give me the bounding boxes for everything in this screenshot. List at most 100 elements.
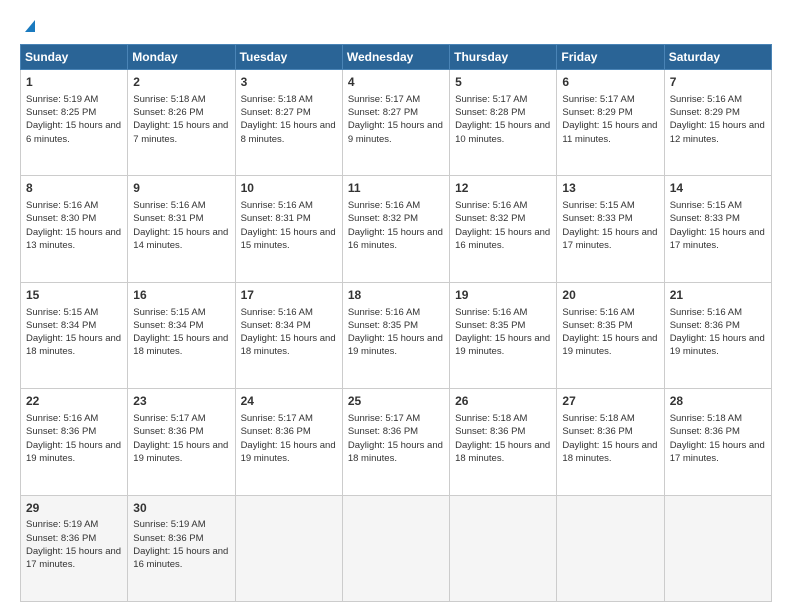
sunset: Sunset: 8:29 PM bbox=[562, 107, 632, 118]
sunrise: Sunrise: 5:15 AM bbox=[26, 307, 98, 318]
calendar-cell: 15Sunrise: 5:15 AMSunset: 8:34 PMDayligh… bbox=[21, 282, 128, 388]
daylight: Daylight: 15 hours and 19 minutes. bbox=[348, 333, 443, 357]
day-number: 17 bbox=[241, 287, 337, 304]
sunset: Sunset: 8:30 PM bbox=[26, 213, 96, 224]
day-number: 18 bbox=[348, 287, 444, 304]
calendar-cell bbox=[342, 495, 449, 601]
calendar-cell: 6Sunrise: 5:17 AMSunset: 8:29 PMDaylight… bbox=[557, 70, 664, 176]
calendar: SundayMondayTuesdayWednesdayThursdayFrid… bbox=[20, 44, 772, 602]
day-number: 13 bbox=[562, 180, 658, 197]
sunset: Sunset: 8:25 PM bbox=[26, 107, 96, 118]
sunset: Sunset: 8:36 PM bbox=[133, 533, 203, 544]
day-number: 19 bbox=[455, 287, 551, 304]
sunset: Sunset: 8:33 PM bbox=[562, 213, 632, 224]
daylight: Daylight: 15 hours and 7 minutes. bbox=[133, 120, 228, 144]
sunrise: Sunrise: 5:16 AM bbox=[26, 413, 98, 424]
calendar-cell: 14Sunrise: 5:15 AMSunset: 8:33 PMDayligh… bbox=[664, 176, 771, 282]
sunrise: Sunrise: 5:16 AM bbox=[455, 307, 527, 318]
daylight: Daylight: 15 hours and 13 minutes. bbox=[26, 227, 121, 251]
calendar-cell: 24Sunrise: 5:17 AMSunset: 8:36 PMDayligh… bbox=[235, 389, 342, 495]
sunrise: Sunrise: 5:17 AM bbox=[348, 413, 420, 424]
calendar-cell: 2 Sunrise: 5:18 AM Sunset: 8:26 PM Daylight… bbox=[128, 70, 235, 176]
daylight: Daylight: 15 hours and 18 minutes. bbox=[26, 333, 121, 357]
day-number: 26 bbox=[455, 393, 551, 410]
calendar-cell: 8Sunrise: 5:16 AMSunset: 8:30 PMDaylight… bbox=[21, 176, 128, 282]
calendar-cell: 26Sunrise: 5:18 AMSunset: 8:36 PMDayligh… bbox=[450, 389, 557, 495]
sunrise: Sunrise: 5:17 AM bbox=[455, 94, 527, 105]
day-number: 29 bbox=[26, 500, 122, 517]
sunset: Sunset: 8:36 PM bbox=[26, 426, 96, 437]
calendar-cell bbox=[557, 495, 664, 601]
week-row-5: 29 Sunrise: 5:19 AM Sunset: 8:36 PM Dayligh… bbox=[21, 495, 772, 601]
page: SundayMondayTuesdayWednesdayThursdayFrid… bbox=[0, 0, 792, 612]
calendar-cell: 19Sunrise: 5:16 AMSunset: 8:35 PMDayligh… bbox=[450, 282, 557, 388]
calendar-cell: 28Sunrise: 5:18 AMSunset: 8:36 PMDayligh… bbox=[664, 389, 771, 495]
sunrise: Sunrise: 5:19 AM bbox=[26, 519, 98, 530]
calendar-cell: 11Sunrise: 5:16 AMSunset: 8:32 PMDayligh… bbox=[342, 176, 449, 282]
daylight: Daylight: 15 hours and 16 minutes. bbox=[133, 546, 228, 570]
week-row-2: 8Sunrise: 5:16 AMSunset: 8:30 PMDaylight… bbox=[21, 176, 772, 282]
daylight: Daylight: 15 hours and 17 minutes. bbox=[670, 227, 765, 251]
sunrise: Sunrise: 5:17 AM bbox=[133, 413, 205, 424]
day-number: 5 bbox=[455, 74, 551, 91]
day-header-monday: Monday bbox=[128, 45, 235, 70]
daylight: Daylight: 15 hours and 9 minutes. bbox=[348, 120, 443, 144]
calendar-cell bbox=[450, 495, 557, 601]
week-row-3: 15Sunrise: 5:15 AMSunset: 8:34 PMDayligh… bbox=[21, 282, 772, 388]
sunset: Sunset: 8:36 PM bbox=[562, 426, 632, 437]
day-number: 30 bbox=[133, 500, 229, 517]
sunset: Sunset: 8:34 PM bbox=[241, 320, 311, 331]
calendar-cell: 21Sunrise: 5:16 AMSunset: 8:36 PMDayligh… bbox=[664, 282, 771, 388]
sunrise: Sunrise: 5:18 AM bbox=[133, 94, 205, 105]
daylight: Daylight: 15 hours and 8 minutes. bbox=[241, 120, 336, 144]
sunrise: Sunrise: 5:16 AM bbox=[133, 200, 205, 211]
daylight: Daylight: 15 hours and 19 minutes. bbox=[670, 333, 765, 357]
day-number: 25 bbox=[348, 393, 444, 410]
week-row-1: 1Sunrise: 5:19 AMSunset: 8:25 PMDaylight… bbox=[21, 70, 772, 176]
day-header-tuesday: Tuesday bbox=[235, 45, 342, 70]
daylight: Daylight: 15 hours and 12 minutes. bbox=[670, 120, 765, 144]
sunset: Sunset: 8:36 PM bbox=[348, 426, 418, 437]
daylight: Daylight: 15 hours and 18 minutes. bbox=[133, 333, 228, 357]
calendar-cell: 4Sunrise: 5:17 AMSunset: 8:27 PMDaylight… bbox=[342, 70, 449, 176]
day-number: 2 bbox=[133, 74, 229, 91]
logo bbox=[20, 18, 38, 34]
day-number: 9 bbox=[133, 180, 229, 197]
sunrise: Sunrise: 5:18 AM bbox=[241, 94, 313, 105]
sunset: Sunset: 8:36 PM bbox=[670, 426, 740, 437]
header bbox=[20, 18, 772, 34]
sunset: Sunset: 8:27 PM bbox=[241, 107, 311, 118]
daylight: Daylight: 15 hours and 17 minutes. bbox=[670, 440, 765, 464]
sunset: Sunset: 8:26 PM bbox=[133, 107, 203, 118]
sunset: Sunset: 8:28 PM bbox=[455, 107, 525, 118]
sunrise: Sunrise: 5:16 AM bbox=[348, 200, 420, 211]
sunset: Sunset: 8:27 PM bbox=[348, 107, 418, 118]
sunrise: Sunrise: 5:16 AM bbox=[562, 307, 634, 318]
day-header-wednesday: Wednesday bbox=[342, 45, 449, 70]
daylight: Daylight: 15 hours and 18 minutes. bbox=[241, 333, 336, 357]
calendar-cell: 1Sunrise: 5:19 AMSunset: 8:25 PMDaylight… bbox=[21, 70, 128, 176]
sunrise: Sunrise: 5:16 AM bbox=[241, 200, 313, 211]
day-number: 23 bbox=[133, 393, 229, 410]
sunrise: Sunrise: 5:16 AM bbox=[670, 307, 742, 318]
day-header-sunday: Sunday bbox=[21, 45, 128, 70]
calendar-cell: 29Sunrise: 5:19 AMSunset: 8:36 PMDayligh… bbox=[21, 495, 128, 601]
daylight: Daylight: 15 hours and 16 minutes. bbox=[348, 227, 443, 251]
calendar-cell: 27Sunrise: 5:18 AMSunset: 8:36 PMDayligh… bbox=[557, 389, 664, 495]
sunset: Sunset: 8:36 PM bbox=[26, 533, 96, 544]
calendar-cell: 23Sunrise: 5:17 AMSunset: 8:36 PMDayligh… bbox=[128, 389, 235, 495]
daylight: Daylight: 15 hours and 19 minutes. bbox=[562, 333, 657, 357]
day-number: 3 bbox=[241, 74, 337, 91]
day-number: 7 bbox=[670, 74, 766, 91]
day-header-friday: Friday bbox=[557, 45, 664, 70]
sunset: Sunset: 8:31 PM bbox=[241, 213, 311, 224]
day-number: 10 bbox=[241, 180, 337, 197]
sunrise: Sunrise: 5:15 AM bbox=[670, 200, 742, 211]
day-number: 6 bbox=[562, 74, 658, 91]
calendar-cell: 18Sunrise: 5:16 AMSunset: 8:35 PMDayligh… bbox=[342, 282, 449, 388]
sunrise: Sunrise: 5:16 AM bbox=[455, 200, 527, 211]
calendar-cell: 5Sunrise: 5:17 AMSunset: 8:28 PMDaylight… bbox=[450, 70, 557, 176]
day-number: 12 bbox=[455, 180, 551, 197]
calendar-cell: 22Sunrise: 5:16 AMSunset: 8:36 PMDayligh… bbox=[21, 389, 128, 495]
sunrise: Sunrise: 5:17 AM bbox=[562, 94, 634, 105]
